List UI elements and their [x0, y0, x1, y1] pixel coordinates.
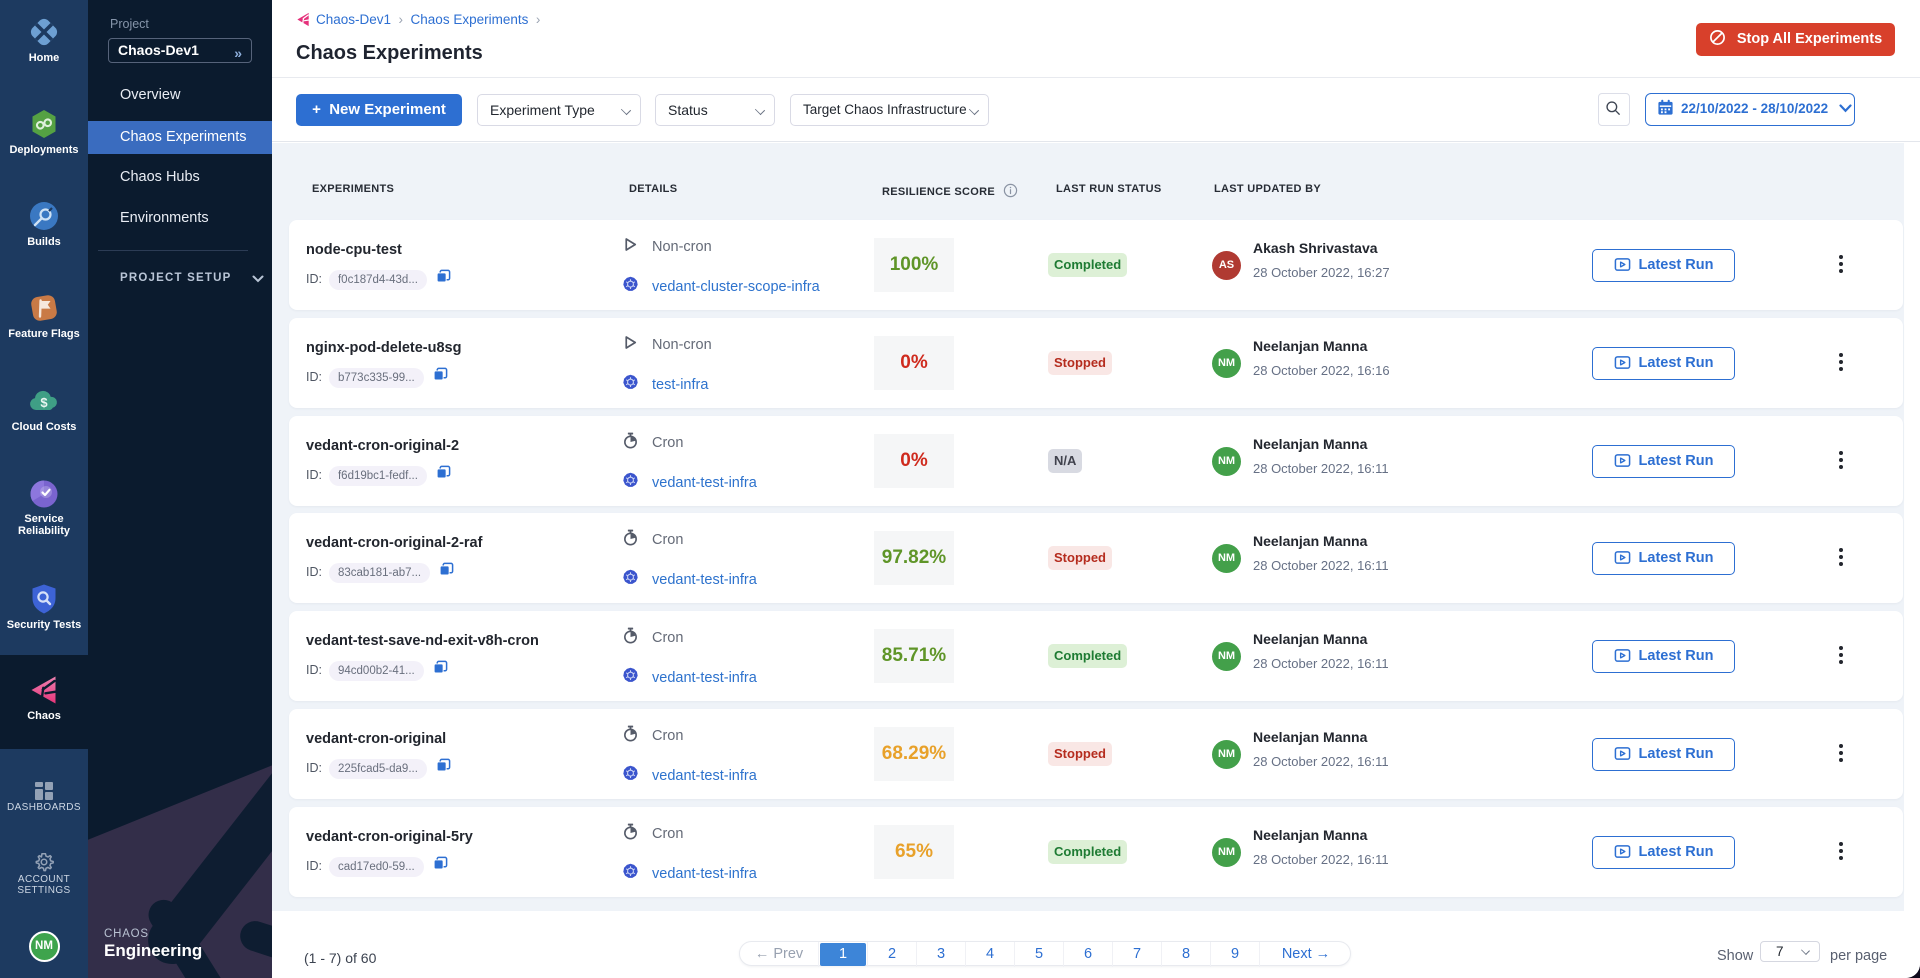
svg-text:$: $	[40, 395, 48, 410]
